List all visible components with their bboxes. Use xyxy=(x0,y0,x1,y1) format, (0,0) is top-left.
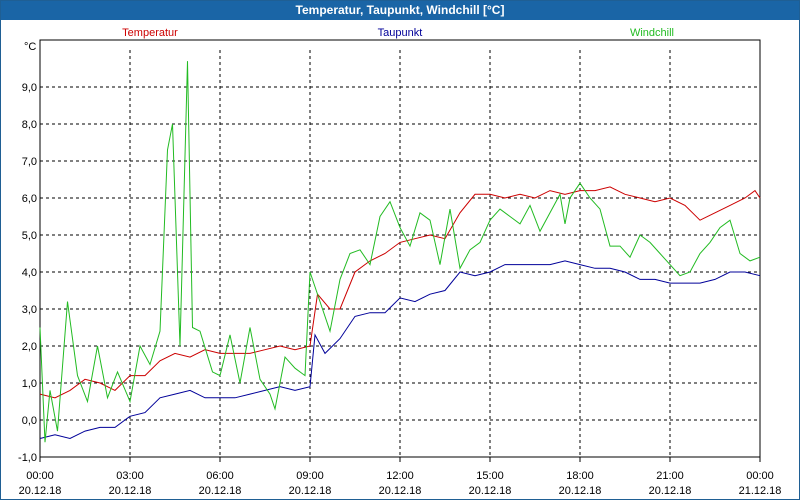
y-axis-label: °C xyxy=(24,41,36,53)
x-tick-date: 21.12.18 xyxy=(739,485,782,497)
x-tick-time: 00:00 xyxy=(26,470,54,482)
x-tick-time: 06:00 xyxy=(206,470,234,482)
x-tick-date: 20.12.18 xyxy=(559,485,602,497)
x-tick-date: 20.12.18 xyxy=(199,485,242,497)
gridlines xyxy=(40,50,760,458)
x-tick-time: 15:00 xyxy=(476,470,504,482)
y-tick-label: 9,0 xyxy=(22,82,37,94)
y-tick-label: 3,0 xyxy=(22,304,37,316)
x-tick-time: 03:00 xyxy=(116,470,144,482)
x-tick-time: 00:00 xyxy=(746,470,774,482)
y-tick-label: 2,0 xyxy=(22,341,37,353)
x-tick-time: 12:00 xyxy=(386,470,414,482)
chart-canvas: -1,0 0,0 1,0 2,0 3,0 4,0 5,0 6,0 7,0 8,0 9,0 00:00… xyxy=(18,27,782,497)
y-tick-label: 1,0 xyxy=(22,378,37,390)
y-tick-label: 5,0 xyxy=(22,230,37,242)
x-tick-time: 09:00 xyxy=(296,470,324,482)
x-tick-time: 21:00 xyxy=(656,470,684,482)
x-axis-tick-labels: 00:00 20.12.18 03:00 20.12.18 06:00 20.12.18 0… xyxy=(19,470,782,497)
x-tick-date: 20.12.18 xyxy=(379,485,422,497)
x-tick-date: 20.12.18 xyxy=(19,485,62,497)
y-tick-label: 8,0 xyxy=(22,119,37,131)
y-tick-label: 4,0 xyxy=(22,267,37,279)
y-axis-tick-labels: -1,0 0,0 1,0 2,0 3,0 4,0 5,0 6,0 7,0 8,0 9,0 xyxy=(18,82,37,464)
y-tick-label: -1,0 xyxy=(18,452,37,464)
legend-item-taupunkt: Taupunkt xyxy=(378,27,423,39)
y-tick-label: 0,0 xyxy=(22,415,37,427)
x-tick-date: 20.12.18 xyxy=(469,485,512,497)
legend: Temperatur Taupunkt Windchill xyxy=(122,27,674,39)
x-tick-date: 20.12.18 xyxy=(109,485,152,497)
x-tick-time: 18:00 xyxy=(566,470,594,482)
y-tick-label: 6,0 xyxy=(22,193,37,205)
x-tick-date: 20.12.18 xyxy=(649,485,692,497)
x-tick-date: 20.12.18 xyxy=(289,485,332,497)
legend-item-temperatur: Temperatur xyxy=(122,27,178,39)
y-tick-label: 7,0 xyxy=(22,156,37,168)
legend-item-windchill: Windchill xyxy=(630,27,674,39)
